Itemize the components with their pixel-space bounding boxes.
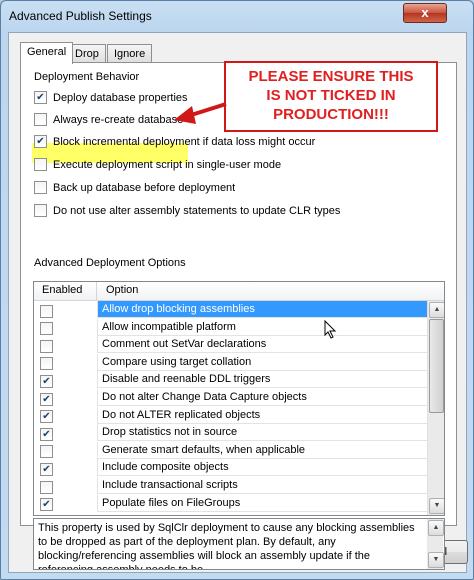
red-arrow-icon — [174, 102, 227, 124]
mouse-cursor-icon — [324, 320, 337, 339]
